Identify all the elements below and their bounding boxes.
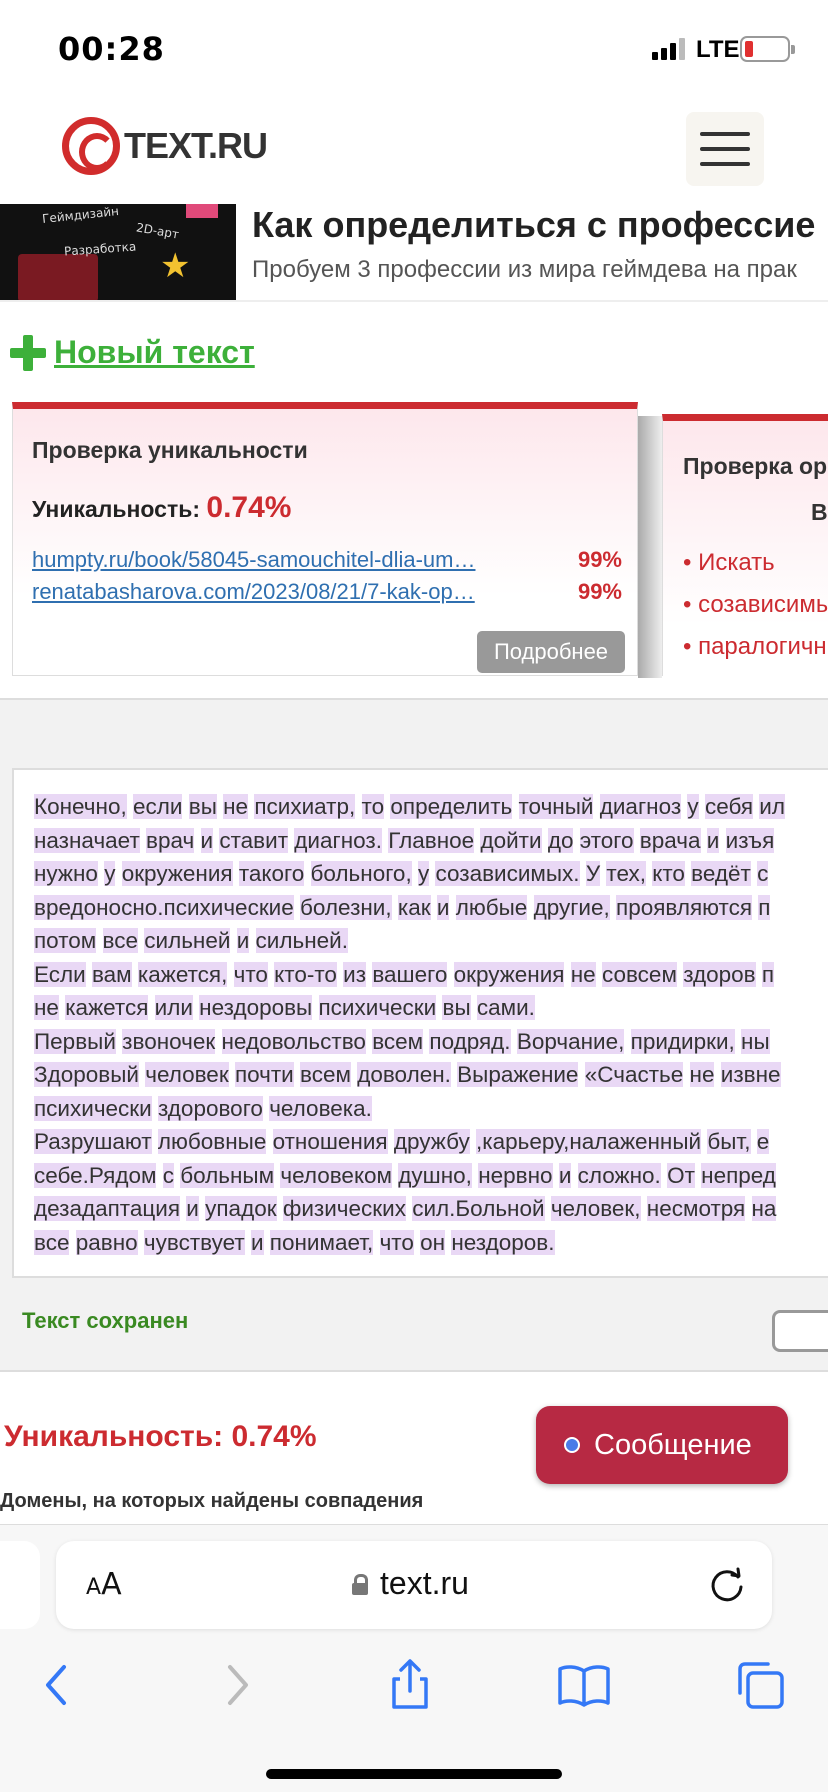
message-button[interactable]: Сообщение [536, 1406, 788, 1484]
hamburger-menu-button[interactable] [686, 112, 764, 186]
network-label: LTE [696, 36, 740, 63]
banner-subtitle: Пробуем 3 профессии из мира геймдева на … [252, 256, 797, 283]
new-text-label: Новый текст [54, 334, 255, 370]
banner-image-label: Геймдизайн [41, 204, 120, 226]
new-text-link[interactable]: Новый текст [10, 334, 255, 371]
url-text: text.ru [380, 1565, 469, 1601]
text-line: Конечно, если вы не психиатр, то определ… [34, 794, 785, 819]
match-link[interactable]: renatabasharova.com/2023/08/21/7-kak-op… [32, 579, 522, 605]
tabs-icon[interactable] [730, 1655, 790, 1715]
match-percent: 99% [577, 579, 622, 604]
card-divider [638, 416, 662, 678]
uniqueness-summary: Уникальность: 0.74% [32, 491, 291, 525]
text-size-button[interactable]: AA [86, 1567, 122, 1602]
browser-toolbar: AA text.ru [0, 1524, 828, 1792]
online-dot-icon [564, 1437, 580, 1453]
uniqueness-label: Уникальность: [32, 496, 201, 522]
text-line: Здоровый человек почти всем доволен. Выр… [34, 1062, 781, 1087]
back-icon[interactable] [28, 1655, 88, 1715]
uniqueness-card: Проверка уникальности Уникальность: 0.74… [12, 402, 638, 676]
banner-title: Как определиться с профессие [252, 204, 816, 245]
lock-icon [352, 1573, 368, 1595]
match-row: renatabasharova.com/2023/08/21/7-kak-op…… [32, 579, 622, 609]
previous-tab-peek[interactable] [0, 1541, 40, 1629]
result-uniqueness: Уникальность: 0.74% [4, 1420, 317, 1453]
match-link[interactable]: humpty.ru/book/58045-samouchitel-dlia-um… [32, 547, 522, 573]
text-line: Первый звоночек недовольство всем подряд… [34, 1028, 770, 1054]
domains-heading: Домены, на которых найдены совпадения [0, 1490, 424, 1512]
text-line: психически здорового человека. [34, 1095, 372, 1121]
text-panel: Конечно, если вы не психиатр, то определ… [0, 698, 828, 1372]
home-indicator [266, 1769, 562, 1779]
site-logo[interactable]: TEXT.RU [62, 116, 268, 176]
banner-image: Геймдизайн 2D-арт Разработка ★ [0, 204, 236, 300]
text-line: назначает врач и ставит диагноз. Главное… [34, 827, 775, 853]
second-card-item[interactable]: • созависимы [683, 591, 828, 619]
star-icon: ★ [160, 247, 191, 285]
forward-icon[interactable] [206, 1655, 266, 1715]
site-header: TEXT.RU [0, 96, 828, 204]
logo-text: TEXT.RU [124, 125, 268, 166]
text-line: все равно чувствует и понимает, что он н… [34, 1229, 555, 1255]
ad-banner[interactable]: Геймдизайн 2D-арт Разработка ★ Как опред… [0, 204, 828, 302]
message-button-label: Сообщение [594, 1428, 752, 1461]
match-percent: 99% [577, 547, 622, 572]
copyright-logo-icon [62, 117, 120, 175]
second-card-item[interactable]: • паралогичн [683, 633, 827, 661]
text-line: Разрушают любовные отношения дружбу ,кар… [34, 1129, 770, 1154]
match-row: humpty.ru/book/58045-samouchitel-dlia-um… [32, 547, 622, 577]
plus-icon [10, 334, 46, 371]
status-bar: 00:28 LTE [0, 0, 828, 96]
bookmarks-icon[interactable] [554, 1655, 614, 1715]
saved-status: Текст сохранен [22, 1308, 189, 1333]
second-card-title: Проверка ор [683, 453, 828, 479]
uniqueness-card-title: Проверка уникальности [32, 437, 308, 463]
text-line: вредоносно.психические болезни, как и лю… [34, 894, 771, 920]
text-line: нужно у окружения такого больного, у соз… [34, 861, 769, 886]
checked-text-area[interactable]: Конечно, если вы не психиатр, то определ… [12, 768, 828, 1278]
signal-icon [652, 38, 688, 60]
text-line: Если вам кажется, что кто-то из вашего о… [34, 961, 775, 987]
reload-icon[interactable] [708, 1565, 746, 1603]
second-check-card: Проверка ор В • Искать • созависимы • па… [662, 414, 828, 676]
banner-image-label: 2D-арт [135, 220, 181, 242]
more-details-button[interactable]: Подробнее [477, 631, 625, 673]
battery-icon [740, 36, 795, 62]
second-card-subtitle: В [811, 499, 828, 525]
uniqueness-value: 0.74% [206, 491, 292, 524]
url-display[interactable]: text.ru [352, 1565, 469, 1602]
panel-button[interactable] [772, 1310, 828, 1352]
text-line: себе.Рядом с больным человеком душно, не… [34, 1162, 776, 1188]
address-bar[interactable]: AA text.ru [56, 1541, 772, 1629]
text-line: потом все сильней и сильней. [34, 928, 348, 953]
second-card-item[interactable]: • Искать [683, 549, 775, 577]
text-line: дезадаптация и упадок физических сил.Бол… [34, 1196, 777, 1221]
status-time: 00:28 [58, 30, 165, 68]
banner-image-label: Разработка [63, 239, 137, 259]
text-line: не кажется или нездоровы психически вы с… [34, 995, 535, 1020]
share-icon[interactable] [380, 1655, 440, 1715]
